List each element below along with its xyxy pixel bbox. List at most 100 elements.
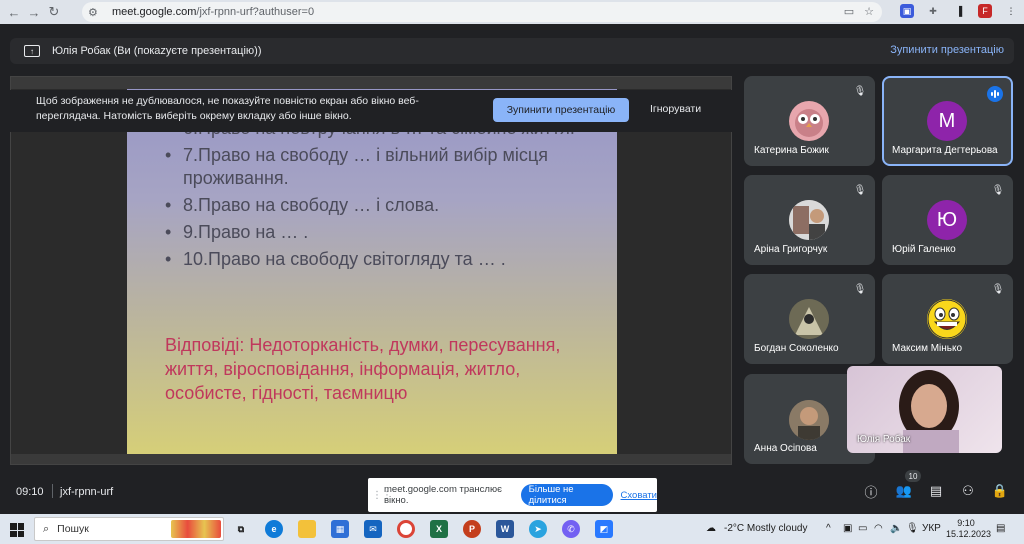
participant-name: Катерина Божик (754, 145, 829, 156)
store-icon[interactable]: ▦ (331, 520, 349, 538)
participant-name: Богдан Соколенко (754, 343, 839, 354)
participant-tile[interactable]: 🎙 Богдан Соколенко (744, 274, 875, 364)
people-count-badge: 10 (905, 470, 921, 482)
weather-text[interactable]: -2°C Mostly cloudy (724, 523, 807, 534)
photos-icon[interactable]: ◩ (595, 520, 613, 538)
windows-taskbar: ⌕ Пошук ⧉ e ▦ ✉ X P W ➤ ✆ ◩ ☁ -2°C Mostl… (0, 514, 1024, 544)
presenting-bar: ↑ Юлія Робак (Ви (покazуєте презентацію)… (10, 38, 1014, 64)
people-icon[interactable]: 👥 (895, 482, 913, 500)
mail-icon[interactable]: ✉ (364, 520, 382, 538)
drag-handle-icon[interactable]: ⋮⋮ (372, 490, 392, 501)
browser-toolbar: ← → ↻ ⚙ meet.google.com/jxf-rpnn-urf?aut… (0, 0, 1024, 24)
participant-tile[interactable]: М Маргарита Дегтерьова (882, 76, 1013, 166)
chat-icon[interactable]: ▤ (927, 482, 945, 500)
meeting-code: jxf-rpnn-urf (60, 486, 114, 498)
participant-tile[interactable]: 🎙 Аріна Григорчук (744, 175, 875, 265)
mic-off-icon: 🎙 (991, 184, 1005, 196)
warning-line: Щоб зображення не дублювалося, не показу… (36, 95, 419, 107)
mic-off-icon: 🎙 (853, 283, 867, 295)
shared-screen: 6.Право на невтручання в … та сімейне жи… (10, 76, 732, 465)
windows-start-icon[interactable] (10, 523, 24, 537)
reload-icon[interactable]: ↻ (44, 4, 64, 20)
excel-icon[interactable]: X (430, 520, 448, 538)
host-controls-icon[interactable]: 🔒 (991, 482, 1009, 500)
avatar-initial: Ю (936, 208, 958, 231)
word-icon[interactable]: W (496, 520, 514, 538)
participant-name: Маргарита Дегтерьова (892, 145, 998, 156)
speaker-icon[interactable]: 🔈 (890, 523, 902, 534)
url-host: meet.google.com (112, 6, 197, 18)
slide-item: 8.Право на свободу … і слова. (165, 194, 585, 217)
tray-app-icon[interactable]: ▣ (843, 523, 852, 534)
profile-icon[interactable]: F (978, 4, 992, 18)
system-clock[interactable]: 9:10 15.12.2023 (946, 518, 991, 540)
taskbar-search[interactable]: ⌕ Пошук (34, 517, 224, 541)
share-notification-text: meet.google.com транслює вікно. (384, 484, 502, 506)
shared-window-titlebar (11, 77, 731, 89)
puzzle-icon[interactable]: ✚ (926, 4, 940, 18)
participant-name: Максим Мінько (892, 343, 963, 354)
participant-tile[interactable]: 🎙 Катерина Божик (744, 76, 875, 166)
mic-off-icon: 🎙 (853, 85, 867, 97)
avatar: Ю (927, 200, 967, 240)
powerpoint-icon[interactable]: P (463, 520, 481, 538)
battery-icon[interactable]: ▭ (858, 523, 867, 534)
avatar-initial: М (938, 109, 956, 132)
shared-window-statusbar (11, 454, 731, 464)
avatar (789, 101, 829, 141)
search-label: Пошук (57, 523, 89, 535)
warning-stop-button[interactable]: Зупинити презентацію (493, 98, 629, 122)
avatar (927, 299, 967, 339)
address-bar[interactable]: ⚙ meet.google.com/jxf-rpnn-urf?authuser=… (82, 2, 882, 22)
task-view-icon[interactable]: ⧉ (232, 520, 250, 538)
participant-name: Юрій Галенко (892, 244, 956, 255)
slide-list: 6.Право на невтручання в … та сімейне жи… (165, 117, 585, 275)
chrome-icon[interactable] (397, 520, 415, 538)
avatar (789, 200, 829, 240)
self-view-tile[interactable]: Юлія Робак (847, 366, 1002, 453)
avatar (789, 400, 829, 440)
stop-presenting-link[interactable]: Зупинити презентацію (890, 44, 1004, 56)
warning-ignore-button[interactable]: Ігнорувати (650, 103, 701, 115)
mic-icon[interactable]: 🎙 (906, 523, 919, 534)
sidepanel-icon[interactable]: ▐ (952, 4, 966, 18)
search-icon: ⌕ (43, 522, 50, 535)
site-settings-icon[interactable]: ⚙ (88, 6, 106, 19)
avatar: М (927, 101, 967, 141)
slide-item: 9.Право на … . (165, 221, 585, 244)
network-icon[interactable]: ◠ (874, 523, 883, 534)
mic-off-icon: 🎙 (991, 283, 1005, 295)
participant-tile[interactable]: 🎙 Максим Мінько (882, 274, 1013, 364)
hide-notification-link[interactable]: Сховати (621, 490, 657, 501)
avatar (789, 299, 829, 339)
divider (52, 484, 53, 498)
presenting-title: Юлія Робак (Ви (покazуєте презентацію)) (52, 45, 262, 57)
back-icon[interactable]: ← (4, 5, 24, 20)
forward-icon[interactable]: → (24, 5, 44, 20)
clock-time: 9:10 (957, 518, 975, 528)
extension-icon[interactable]: ▣ (900, 4, 914, 18)
language-indicator[interactable]: УКР (922, 523, 941, 534)
notifications-icon[interactable]: ▤ (996, 523, 1005, 534)
meeting-controls-bar: 09:10 jxf-rpnn-urf ⋮⋮ meet.google.com тр… (0, 470, 1024, 512)
file-explorer-icon[interactable] (298, 520, 316, 538)
speaking-indicator-icon (987, 86, 1003, 102)
slide-item: 10.Право на свободу світогляду та … . (165, 248, 585, 271)
self-view-name: Юлія Робак (857, 434, 911, 445)
telegram-icon[interactable]: ➤ (529, 520, 547, 538)
url-path: /jxf-rpnn-urf?authuser=0 (196, 6, 315, 18)
chevron-up-icon[interactable]: ^ (826, 523, 831, 534)
star-icon[interactable]: ☆ (864, 5, 874, 18)
warning-line: переглядача. Натомість виберіть окрему в… (36, 110, 352, 122)
slide-item: 7.Право на свободу … і вільний вибір міс… (165, 144, 585, 190)
viber-icon[interactable]: ✆ (562, 520, 580, 538)
info-icon[interactable]: ⓘ (862, 482, 880, 500)
stop-sharing-button[interactable]: Більше не ділитися (520, 484, 613, 506)
weather-icon[interactable]: ☁ (706, 523, 716, 534)
camera-icon[interactable]: ▭ (844, 5, 854, 18)
screen-root: ← → ↻ ⚙ meet.google.com/jxf-rpnn-urf?aut… (0, 0, 1024, 544)
edge-icon[interactable]: e (265, 520, 283, 538)
participant-tile[interactable]: 🎙 Ю Юрій Галенко (882, 175, 1013, 265)
menu-icon[interactable]: ⋮ (1004, 4, 1018, 18)
activities-icon[interactable]: ⚇ (959, 482, 977, 500)
